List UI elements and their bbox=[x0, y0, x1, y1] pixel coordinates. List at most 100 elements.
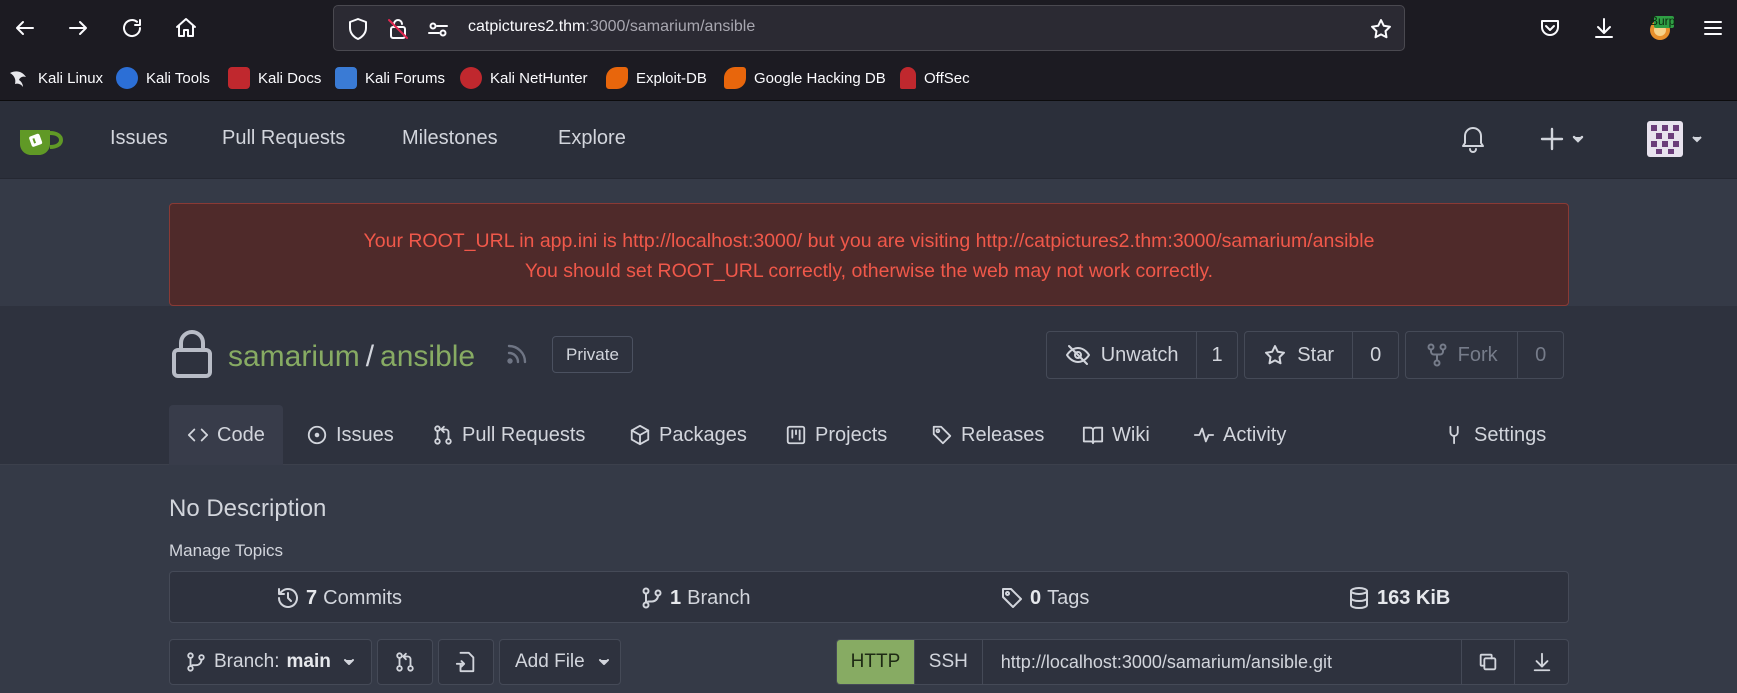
tab-pull-requests[interactable]: Pull Requests bbox=[432, 405, 585, 465]
bookmark-kali-forums[interactable]: Kali Forums bbox=[335, 67, 445, 89]
reload-icon bbox=[123, 19, 142, 37]
bookmark-star-icon[interactable] bbox=[1369, 17, 1393, 41]
tab-code[interactable]: Code bbox=[169, 405, 283, 465]
forward-button[interactable] bbox=[58, 8, 98, 48]
star-label: Star bbox=[1297, 343, 1334, 366]
manage-topics-link[interactable]: Manage Topics bbox=[169, 541, 283, 561]
kali-tools-icon bbox=[116, 67, 138, 89]
gitea-logo-icon[interactable] bbox=[18, 122, 64, 162]
nav-pull-requests[interactable]: Pull Requests bbox=[222, 127, 345, 150]
bookmark-label: Kali Tools bbox=[146, 69, 210, 87]
add-file-dropdown[interactable]: Add File bbox=[499, 639, 621, 685]
branch-prefix: Branch: bbox=[214, 651, 280, 672]
pocket-icon bbox=[1541, 20, 1559, 36]
copy-clone-url-button[interactable] bbox=[1462, 640, 1516, 684]
fork-button[interactable]: Fork bbox=[1406, 332, 1517, 378]
bookmark-label: Google Hacking DB bbox=[754, 69, 886, 87]
tab-projects[interactable]: Projects bbox=[785, 405, 887, 465]
branch-selector[interactable]: Branch: main bbox=[169, 639, 372, 685]
nav-explore[interactable]: Explore bbox=[558, 127, 626, 150]
download-archive-button[interactable] bbox=[1515, 640, 1568, 684]
bookmark-kali-docs[interactable]: Kali Docs bbox=[228, 67, 321, 89]
fork-label: Fork bbox=[1457, 343, 1498, 366]
unwatch-label: Unwatch bbox=[1100, 343, 1179, 366]
tab-issues[interactable]: Issues bbox=[306, 405, 394, 465]
arrow-left-icon bbox=[16, 21, 34, 35]
burp-extension-button[interactable]: Burp bbox=[1640, 8, 1680, 48]
caret-down-icon bbox=[343, 659, 354, 665]
url-text[interactable]: catpictures2.thm:3000/samarium/ansible bbox=[468, 18, 755, 36]
fork-icon bbox=[1427, 343, 1447, 367]
home-button[interactable] bbox=[166, 8, 206, 48]
code-icon bbox=[187, 428, 209, 442]
go-to-file-button[interactable] bbox=[438, 639, 494, 685]
user-avatar-menu[interactable] bbox=[1645, 119, 1709, 163]
repo-header: samarium / ansible Private Unwatch 1 Star … bbox=[0, 306, 1737, 465]
tab-packages[interactable]: Packages bbox=[629, 405, 747, 465]
watch-count[interactable]: 1 bbox=[1196, 332, 1237, 378]
create-new-button[interactable] bbox=[1540, 125, 1590, 157]
burp-badge-label: Burp bbox=[1650, 14, 1676, 28]
nav-issues[interactable]: Issues bbox=[110, 127, 168, 150]
star-count[interactable]: 0 bbox=[1352, 332, 1398, 378]
clone-url-input[interactable]: http://localhost:3000/samarium/ansible.g… bbox=[983, 640, 1463, 684]
package-icon bbox=[630, 424, 650, 446]
repo-name-link[interactable]: ansible bbox=[380, 340, 475, 373]
branch-icon bbox=[187, 652, 205, 672]
compare-button[interactable] bbox=[377, 639, 433, 685]
rss-feed-icon[interactable] bbox=[505, 342, 529, 370]
tab-settings[interactable]: Settings bbox=[1444, 405, 1546, 465]
tab-activity[interactable]: Activity bbox=[1193, 405, 1286, 465]
bookmark-kali-linux[interactable]: Kali Linux bbox=[8, 67, 103, 89]
back-button[interactable] bbox=[5, 8, 45, 48]
tab-releases-label: Releases bbox=[961, 423, 1045, 446]
branch-count: 1 bbox=[670, 586, 682, 609]
shield-icon[interactable] bbox=[346, 17, 370, 41]
kali-nethunter-icon bbox=[460, 67, 482, 89]
size-stat: 163 KiB bbox=[1347, 586, 1450, 610]
tab-pull-requests-label: Pull Requests bbox=[462, 423, 586, 446]
current-branch: main bbox=[286, 651, 331, 672]
branches-stat[interactable]: 1 Branch bbox=[640, 586, 751, 610]
commits-stat[interactable]: 7 Commits bbox=[276, 586, 402, 610]
warning-line-2: You should set ROOT_URL correctly, other… bbox=[524, 260, 1214, 282]
tags-stat[interactable]: 0 Tags bbox=[1000, 586, 1089, 610]
root-url-warning: Your ROOT_URL in app.ini is http://local… bbox=[169, 203, 1569, 306]
tags-label: Tags bbox=[1047, 586, 1090, 609]
notifications-bell-icon[interactable] bbox=[1460, 123, 1486, 157]
tab-wiki[interactable]: Wiki bbox=[1082, 405, 1150, 465]
download-icon bbox=[1533, 652, 1550, 672]
caret-down-icon bbox=[598, 659, 609, 665]
repo-stats-bar: 7 Commits 1 Branch 0 Tags 163 KiB bbox=[169, 571, 1569, 623]
url-path: :3000/samarium/ansible bbox=[585, 18, 756, 35]
bookmark-kali-tools[interactable]: Kali Tools bbox=[116, 67, 210, 89]
url-host: catpictures2.thm bbox=[468, 18, 586, 35]
downloads-button[interactable] bbox=[1584, 8, 1624, 48]
app-menu-button[interactable] bbox=[1693, 8, 1733, 48]
pocket-button[interactable] bbox=[1530, 8, 1570, 48]
fork-count[interactable]: 0 bbox=[1517, 332, 1563, 378]
unwatch-button[interactable]: Unwatch bbox=[1047, 332, 1196, 378]
insecure-lock-icon[interactable] bbox=[386, 17, 410, 41]
clone-http-button[interactable]: HTTP bbox=[837, 640, 915, 684]
bookmark-kali-nethunter[interactable]: Kali NetHunter bbox=[460, 67, 588, 89]
bookmark-offsec[interactable]: OffSec bbox=[900, 67, 970, 89]
warning-line-1: Your ROOT_URL in app.ini is http://local… bbox=[363, 230, 1375, 252]
fork-button-group: Fork 0 bbox=[1405, 331, 1564, 379]
nav-milestones[interactable]: Milestones bbox=[402, 127, 498, 150]
clone-ssh-button[interactable]: SSH bbox=[915, 640, 983, 684]
kali-dragon-icon bbox=[8, 67, 30, 89]
star-button[interactable]: Star bbox=[1245, 332, 1352, 378]
site-permissions-icon[interactable] bbox=[426, 17, 450, 41]
private-lock-icon bbox=[170, 330, 214, 384]
bookmark-exploit-db[interactable]: Exploit-DB bbox=[606, 67, 707, 89]
reload-button[interactable] bbox=[112, 8, 152, 48]
history-icon bbox=[278, 588, 298, 608]
bookmark-google-hacking-db[interactable]: Google Hacking DB bbox=[724, 67, 886, 89]
repo-owner-link[interactable]: samarium bbox=[228, 340, 360, 373]
tab-releases[interactable]: Releases bbox=[931, 405, 1044, 465]
copy-icon bbox=[1479, 653, 1497, 671]
repo-title: samarium / ansible bbox=[228, 340, 475, 374]
address-bar[interactable]: catpictures2.thm:3000/samarium/ansible bbox=[333, 5, 1405, 51]
bookmark-label: Exploit-DB bbox=[636, 69, 707, 87]
